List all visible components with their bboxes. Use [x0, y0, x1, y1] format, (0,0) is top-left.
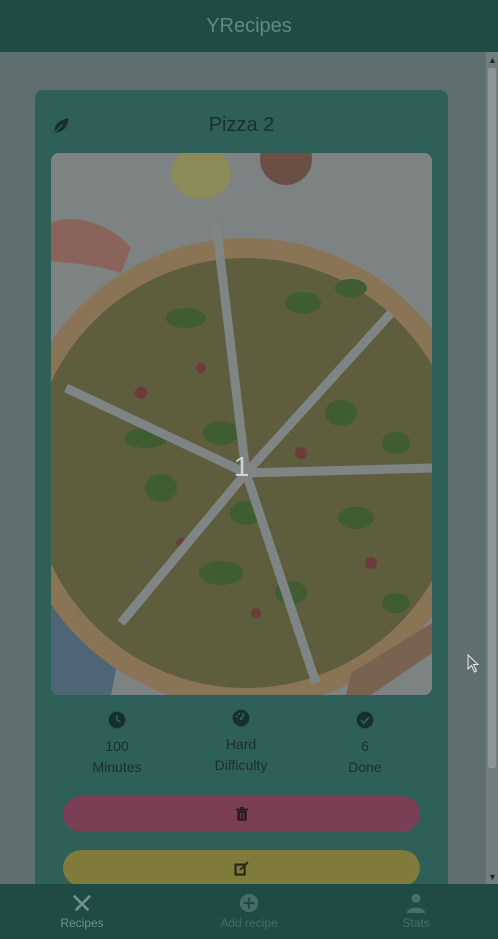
check-circle-icon	[356, 711, 374, 729]
recipe-card[interactable]: Pizza 2 1 100 Minutes Hard Difficulty 6 …	[35, 90, 448, 884]
image-index: 1	[233, 451, 250, 482]
stat-difficulty: Hard Difficulty	[186, 708, 296, 776]
trash-icon	[235, 807, 248, 821]
person-icon	[406, 893, 426, 914]
recipe-list[interactable]: Pizza 2 1 100 Minutes Hard Difficulty 6 …	[0, 52, 486, 884]
edit-button[interactable]	[63, 850, 420, 884]
app-title: YRecipes	[206, 14, 292, 37]
scroll-up-icon[interactable]: ▲	[488, 55, 497, 65]
scrollbar[interactable]: ▲ ▼	[486, 52, 498, 884]
stat-done-value: 6	[361, 738, 369, 754]
scroll-down-icon[interactable]: ▼	[488, 872, 497, 882]
stat-time: 100 Minutes	[62, 710, 172, 778]
bottom-navigation: Recipes Add recipe Stats	[0, 884, 498, 939]
recipe-title: Pizza 2	[208, 114, 275, 136]
pizza-image	[51, 153, 432, 695]
app-bar: YRecipes	[0, 0, 498, 52]
nav-recipes[interactable]: Recipes	[22, 892, 142, 930]
utensils-icon	[72, 894, 92, 912]
nav-add-recipe-label: Add recipe	[220, 916, 278, 930]
stat-done: 6 Done	[310, 710, 420, 778]
plus-circle-icon	[239, 893, 259, 913]
recipe-photo[interactable]: 1	[51, 153, 432, 695]
scroll-thumb[interactable]	[488, 68, 496, 768]
nav-stats[interactable]: Stats	[356, 892, 476, 930]
delete-button[interactable]	[63, 796, 420, 832]
nav-recipes-label: Recipes	[60, 916, 104, 930]
clock-icon	[108, 711, 126, 729]
mouse-cursor-icon	[467, 654, 480, 673]
speedometer-icon	[232, 709, 250, 727]
stat-time-value: 100	[105, 738, 129, 754]
stat-difficulty-value: Hard	[225, 736, 257, 752]
stat-difficulty-label: Difficulty	[214, 757, 268, 773]
edit-icon	[234, 860, 249, 876]
nav-add-recipe[interactable]: Add recipe	[189, 892, 309, 930]
stat-time-label: Minutes	[92, 759, 142, 775]
stat-done-label: Done	[348, 759, 382, 775]
nav-stats-label: Stats	[402, 916, 430, 930]
